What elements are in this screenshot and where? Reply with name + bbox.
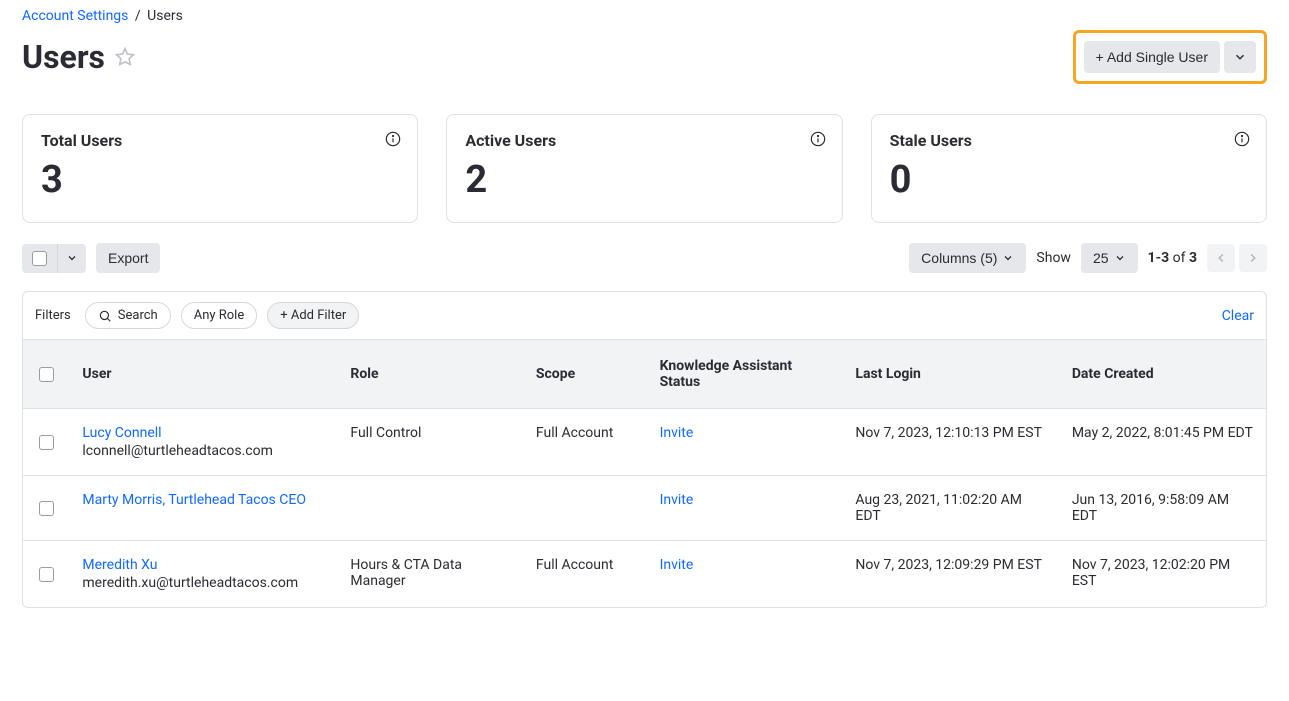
stat-card-total-users: Total Users 3 — [22, 114, 418, 223]
chevron-left-icon — [1214, 251, 1228, 265]
breadcrumb-separator: / — [135, 8, 141, 24]
cell-scope: Full Account — [524, 409, 648, 476]
chevron-down-icon — [1002, 252, 1014, 264]
chevron-down-icon — [1233, 50, 1247, 64]
page-size-dropdown[interactable]: 25 — [1081, 243, 1138, 273]
search-pill-label: Search — [118, 308, 158, 323]
columns-dropdown[interactable]: Columns (5) — [909, 243, 1026, 273]
cell-role: Full Control — [338, 409, 524, 476]
info-icon[interactable] — [385, 131, 401, 147]
row-checkbox[interactable] — [39, 435, 54, 450]
role-filter-pill[interactable]: Any Role — [181, 302, 258, 329]
bulk-select-checkbox[interactable] — [22, 244, 58, 273]
stats-row: Total Users 3 Active Users 2 Stale Users… — [22, 114, 1267, 223]
user-sub: lconnell@turtleheadtacos.com — [82, 443, 326, 459]
page-title: Users — [22, 38, 105, 76]
column-header-role[interactable]: Role — [338, 340, 524, 409]
table-row: Lucy Connell lconnell@turtleheadtacos.co… — [23, 409, 1266, 476]
users-table: User Role Scope Knowledge Assistant Stat… — [23, 340, 1266, 607]
breadcrumb-current: Users — [147, 8, 183, 24]
chevron-down-icon — [1114, 252, 1126, 264]
stat-value: 0 — [890, 158, 1248, 202]
user-name-link[interactable]: Lucy Connell — [82, 425, 326, 441]
bulk-select-control — [22, 244, 86, 273]
clear-filters-link[interactable]: Clear — [1222, 308, 1254, 324]
add-single-user-button[interactable]: + Add Single User — [1084, 41, 1220, 73]
breadcrumb: Account Settings / Users — [22, 0, 1267, 24]
table-row: Meredith Xu meredith.xu@turtleheadtacos.… — [23, 541, 1266, 608]
table-row: Marty Morris, Turtlehead Tacos CEO Invit… — [23, 476, 1266, 541]
invite-link[interactable]: Invite — [660, 425, 694, 441]
pagination-of: of — [1173, 250, 1186, 266]
info-icon[interactable] — [810, 131, 826, 147]
filter-bar: Filters Search Any Role + Add Filter Cle… — [22, 291, 1267, 340]
next-page-button[interactable] — [1239, 244, 1267, 272]
bulk-select-dropdown[interactable] — [58, 244, 86, 273]
stat-value: 2 — [465, 158, 823, 202]
cell-last-login: Nov 7, 2023, 12:10:13 PM EST — [843, 409, 1059, 476]
cell-date-created: May 2, 2022, 8:01:45 PM EDT — [1060, 409, 1266, 476]
chevron-down-icon — [66, 252, 78, 264]
breadcrumb-parent-link[interactable]: Account Settings — [22, 8, 128, 24]
column-header-date-created[interactable]: Date Created — [1060, 340, 1266, 409]
stat-label: Active Users — [465, 131, 823, 150]
pagination-range: 1-3 — [1148, 250, 1170, 266]
stat-card-active-users: Active Users 2 — [446, 114, 842, 223]
pagination-text: 1-3 of 3 — [1148, 250, 1197, 266]
page-size-value: 25 — [1093, 250, 1109, 266]
add-user-button-group: + Add Single User — [1073, 30, 1267, 84]
column-header-ka-status[interactable]: Knowledge Assistant Status — [648, 340, 844, 409]
user-name-link[interactable]: Meredith Xu — [82, 557, 326, 573]
invite-link[interactable]: Invite — [660, 492, 694, 508]
add-filter-pill[interactable]: + Add Filter — [267, 302, 359, 329]
row-checkbox[interactable] — [39, 567, 54, 582]
stat-label: Stale Users — [890, 131, 1248, 150]
column-header-scope[interactable]: Scope — [524, 340, 648, 409]
cell-scope: Full Account — [524, 541, 648, 608]
cell-date-created: Jun 13, 2016, 9:58:09 AM EDT — [1060, 476, 1266, 541]
chevron-right-icon — [1246, 251, 1260, 265]
show-label: Show — [1036, 250, 1071, 266]
filters-label: Filters — [35, 308, 71, 323]
columns-label: Columns (5) — [921, 250, 997, 266]
header-checkbox-cell — [23, 340, 70, 409]
select-all-checkbox[interactable] — [39, 367, 54, 382]
cell-scope — [524, 476, 648, 541]
search-pill[interactable]: Search — [85, 302, 171, 329]
user-name-link[interactable]: Marty Morris, Turtlehead Tacos CEO — [82, 492, 326, 508]
column-header-last-login[interactable]: Last Login — [843, 340, 1059, 409]
column-header-user[interactable]: User — [70, 340, 338, 409]
invite-link[interactable]: Invite — [660, 557, 694, 573]
stat-value: 3 — [41, 158, 399, 202]
info-icon[interactable] — [1234, 131, 1250, 147]
cell-date-created: Nov 7, 2023, 12:02:20 PM EST — [1060, 541, 1266, 608]
cell-last-login: Nov 7, 2023, 12:09:29 PM EST — [843, 541, 1059, 608]
cell-role: Hours & CTA Data Manager — [338, 541, 524, 608]
prev-page-button[interactable] — [1207, 244, 1235, 272]
checkbox-icon — [32, 251, 47, 266]
cell-role — [338, 476, 524, 541]
search-icon — [98, 309, 112, 323]
stat-label: Total Users — [41, 131, 399, 150]
row-checkbox[interactable] — [39, 501, 54, 516]
export-button[interactable]: Export — [96, 243, 160, 273]
user-sub: meredith.xu@turtleheadtacos.com — [82, 575, 326, 591]
star-icon[interactable] — [115, 47, 135, 67]
pagination-total: 3 — [1189, 250, 1197, 266]
add-user-dropdown-button[interactable] — [1224, 41, 1256, 73]
cell-last-login: Aug 23, 2021, 11:02:20 AM EDT — [843, 476, 1059, 541]
stat-card-stale-users: Stale Users 0 — [871, 114, 1267, 223]
